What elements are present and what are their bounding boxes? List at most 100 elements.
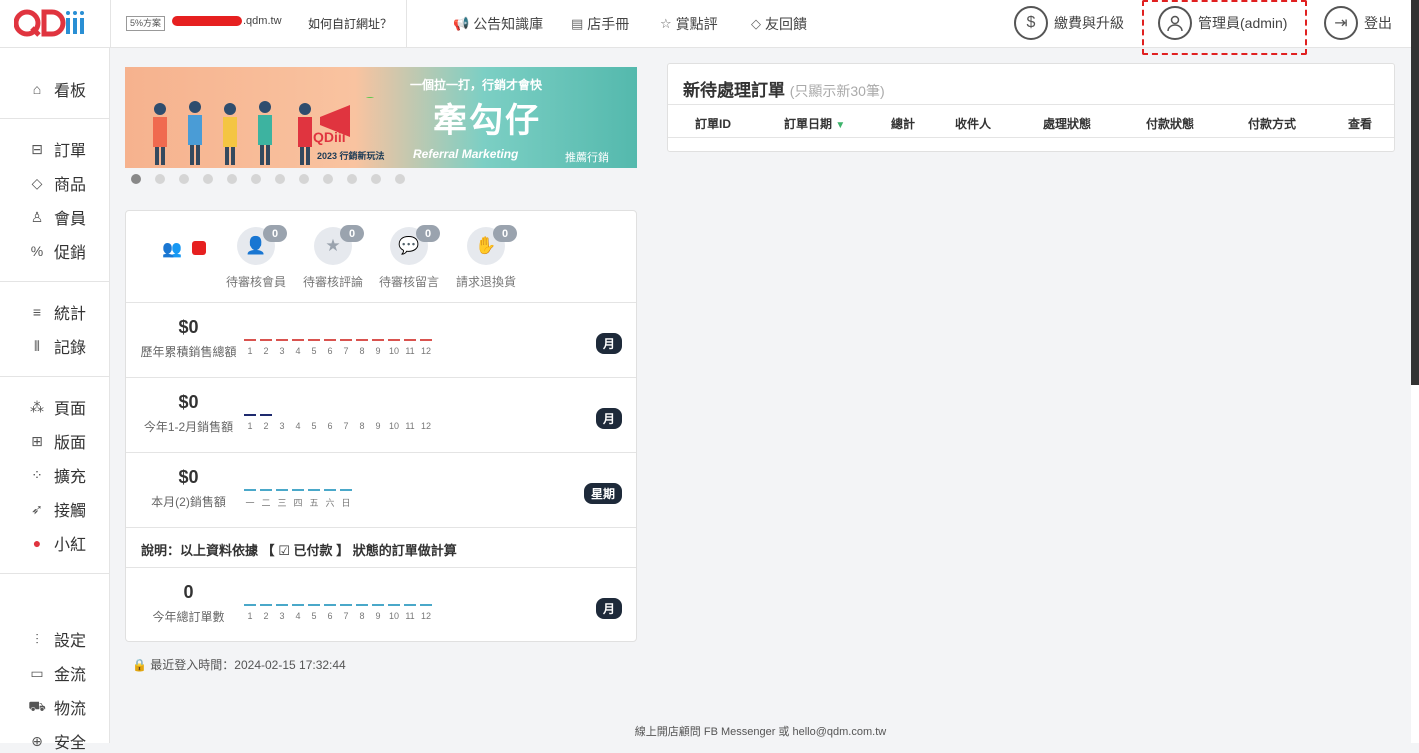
nav-handbook[interactable]: ▤ 店手冊 xyxy=(571,14,629,34)
count-badge: 0 xyxy=(340,225,364,242)
sparkline-tick: 10 xyxy=(388,421,399,431)
candle-icon: ⫴ xyxy=(34,337,40,354)
col-header[interactable]: 處理狀態 xyxy=(1043,115,1091,132)
sidebar: ⌂ 看板 ⊟ 訂單 ◇ 商品 ♙ 會員 % 促銷 ≡ 統計 ⫴ 記錄 ⁂ 頁面 ⊞ 版面 ⁘ 擴充 … xyxy=(0,48,110,752)
col-header[interactable]: 查看 xyxy=(1348,115,1372,132)
dollar-icon: $ xyxy=(1014,6,1048,40)
col-header[interactable]: 付款方式 xyxy=(1248,115,1296,132)
sparkline-tick: 8 xyxy=(359,421,365,431)
carousel-dot xyxy=(323,174,333,184)
sparkline-tick: 5 xyxy=(311,421,317,431)
sparkline-tick: 4 xyxy=(290,339,306,356)
carousel-dot xyxy=(347,174,357,184)
sidebar-item-orders[interactable]: ⊟ 訂單 xyxy=(28,137,86,161)
period-toggle[interactable]: 月 xyxy=(595,598,622,619)
sparkline: 1 2 3 4 5 6 7 8 9 10 11 12 xyxy=(242,414,434,431)
sparkline-tick: 1 xyxy=(242,604,258,621)
sidebar-item-products[interactable]: ◇ 商品 xyxy=(28,171,86,195)
sparkline-tick: 11 xyxy=(402,339,418,356)
carousel-dot xyxy=(227,174,237,184)
sidebar-item-touch[interactable]: ➶ 接觸 xyxy=(28,497,86,521)
red-badge-icon: ● xyxy=(32,535,42,551)
sidebar-item-records[interactable]: ⫴ 記錄 xyxy=(28,334,86,358)
period-toggle[interactable]: 星期 xyxy=(583,483,622,504)
col-header[interactable]: 收件人 xyxy=(955,115,991,132)
home-icon: ⌂ xyxy=(32,81,42,97)
col-header[interactable]: 付款狀態 xyxy=(1146,115,1194,132)
pending-members[interactable]: 👤 0 待審核會員 xyxy=(223,225,289,290)
nav-feedback[interactable]: ◇ 友回饋 xyxy=(751,14,807,34)
pay-upgrade-button[interactable]: $ 繳費與升級 xyxy=(1014,6,1124,40)
users-icon: 👥 xyxy=(162,241,182,258)
nav-reviews[interactable]: ☆ 賞點評 xyxy=(660,14,718,34)
sidebar-item-payments[interactable]: ▭ 金流 xyxy=(28,661,86,685)
panel-title: 新待處理訂單 xyxy=(683,81,785,100)
qdiii-logo[interactable] xyxy=(13,8,88,38)
carousel-dot xyxy=(371,174,381,184)
sliders-icon: ⫶ xyxy=(35,630,39,647)
redacted-user-count xyxy=(192,241,206,255)
sidebar-item-logistics[interactable]: ⛟ 物流 xyxy=(28,695,86,719)
col-header[interactable]: 訂單ID xyxy=(695,115,731,132)
sidebar-item-pages[interactable]: ⁂ 頁面 xyxy=(28,395,86,419)
sidebar-item-layouts[interactable]: ⊞ 版面 xyxy=(28,429,86,453)
hand-icon: ✋ xyxy=(475,236,497,255)
layout-icon: ⊞ xyxy=(31,432,43,449)
nav-knowledge-base[interactable]: 📢 公告知識庫 xyxy=(453,14,543,34)
star-icon: ☆ xyxy=(660,16,672,31)
sparkline-tick: 9 xyxy=(375,421,381,431)
inbox-icon: ⊟ xyxy=(31,140,43,157)
last-login: 🔒 最近登入時間：2024-02-15 17:32:44 xyxy=(132,658,346,672)
custom-domain-link[interactable]: 如何自訂網址？ xyxy=(308,15,392,32)
sidebar-item-promotions[interactable]: % 促銷 xyxy=(28,239,86,263)
sparkline-tick: 8 xyxy=(354,604,370,621)
sidebar-item-settings[interactable]: ⫶ 設定 xyxy=(28,627,86,651)
sparkline-tick: 3 xyxy=(274,604,290,621)
logout-button[interactable]: ⇥ 登出 xyxy=(1324,6,1392,40)
sidebar-item-extensions[interactable]: ⁘ 擴充 xyxy=(28,463,86,487)
sparkline-tick: 5 xyxy=(306,604,322,621)
pending-reviews[interactable]: ★ 0 待審核評論 xyxy=(300,225,366,290)
scrollbar[interactable] xyxy=(1411,0,1419,385)
sparkline-tick: 7 xyxy=(338,339,354,356)
sparkline-tick: 4 xyxy=(295,421,301,431)
sidebar-item-xiaohong[interactable]: ● 小紅 xyxy=(28,531,86,555)
sparkline-tick: 9 xyxy=(370,339,386,356)
plane-icon: ➶ xyxy=(31,500,43,517)
calc-note: 說明：以上資料依據 【 ☑ 已付款 】 狀態的訂單做計算 xyxy=(126,527,636,567)
tag-icon: ◇ xyxy=(31,174,43,191)
period-toggle[interactable]: 月 xyxy=(595,408,622,429)
sidebar-item-dashboard[interactable]: ⌂ 看板 xyxy=(28,77,86,101)
carousel-dot xyxy=(155,174,165,184)
return-requests[interactable]: ✋ 0 請求退換貨 xyxy=(453,225,519,290)
sparkline-tick: 3 xyxy=(274,339,290,356)
sparkline-tick: 一 xyxy=(242,489,258,509)
count-badge: 0 xyxy=(416,225,440,242)
redacted-subdomain xyxy=(172,16,242,27)
sparkline-tick: 7 xyxy=(343,421,349,431)
promo-banner[interactable]: 一個拉一打，行銷才會快 牽勾仔 QDiii 2023 行銷新玩法 Referra… xyxy=(125,67,637,168)
sparkline-tick: 11 xyxy=(405,421,415,431)
carousel-dot xyxy=(395,174,405,184)
sparkline-tick: 三 xyxy=(274,489,290,509)
sparkline-tick: 10 xyxy=(386,339,402,356)
sidebar-item-members[interactable]: ♙ 會員 xyxy=(28,205,86,229)
sparkline-tick: 4 xyxy=(290,604,306,621)
sparkline: 1 2 3 4 5 6 7 8 9 10 11 12 xyxy=(242,339,434,356)
sparkline: 一二三四五六日 xyxy=(242,489,354,509)
plan-badge: 5%方案 xyxy=(126,16,166,31)
banner-carousel-dots[interactable] xyxy=(131,174,405,184)
col-header[interactable]: 總計 xyxy=(891,115,915,132)
stat-row-ytd-sales: $0 今年1-2月銷售額 1 2 3 4 5 6 7 8 9 10 11 12 月 xyxy=(126,377,636,452)
percent-icon: % xyxy=(30,243,44,259)
col-header-date[interactable]: 訂單日期 ▼ xyxy=(784,115,845,132)
pending-orders-panel: 新待處理訂單 (只顯示新30筆) 訂單ID 訂單日期 ▼ 總計 收件人 處理狀態… xyxy=(667,63,1395,152)
sparkline-tick: 2 xyxy=(258,339,274,356)
shop-domain[interactable]: .qdm.tw xyxy=(172,15,282,27)
period-toggle[interactable]: 月 xyxy=(595,333,622,354)
card-icon: ▭ xyxy=(30,664,44,681)
panel-hint: (只顯示新30筆) xyxy=(789,83,885,99)
pending-comments[interactable]: 💬 0 待審核留言 xyxy=(376,225,442,290)
count-badge: 0 xyxy=(493,225,517,242)
sidebar-item-stats[interactable]: ≡ 統計 xyxy=(28,300,86,324)
